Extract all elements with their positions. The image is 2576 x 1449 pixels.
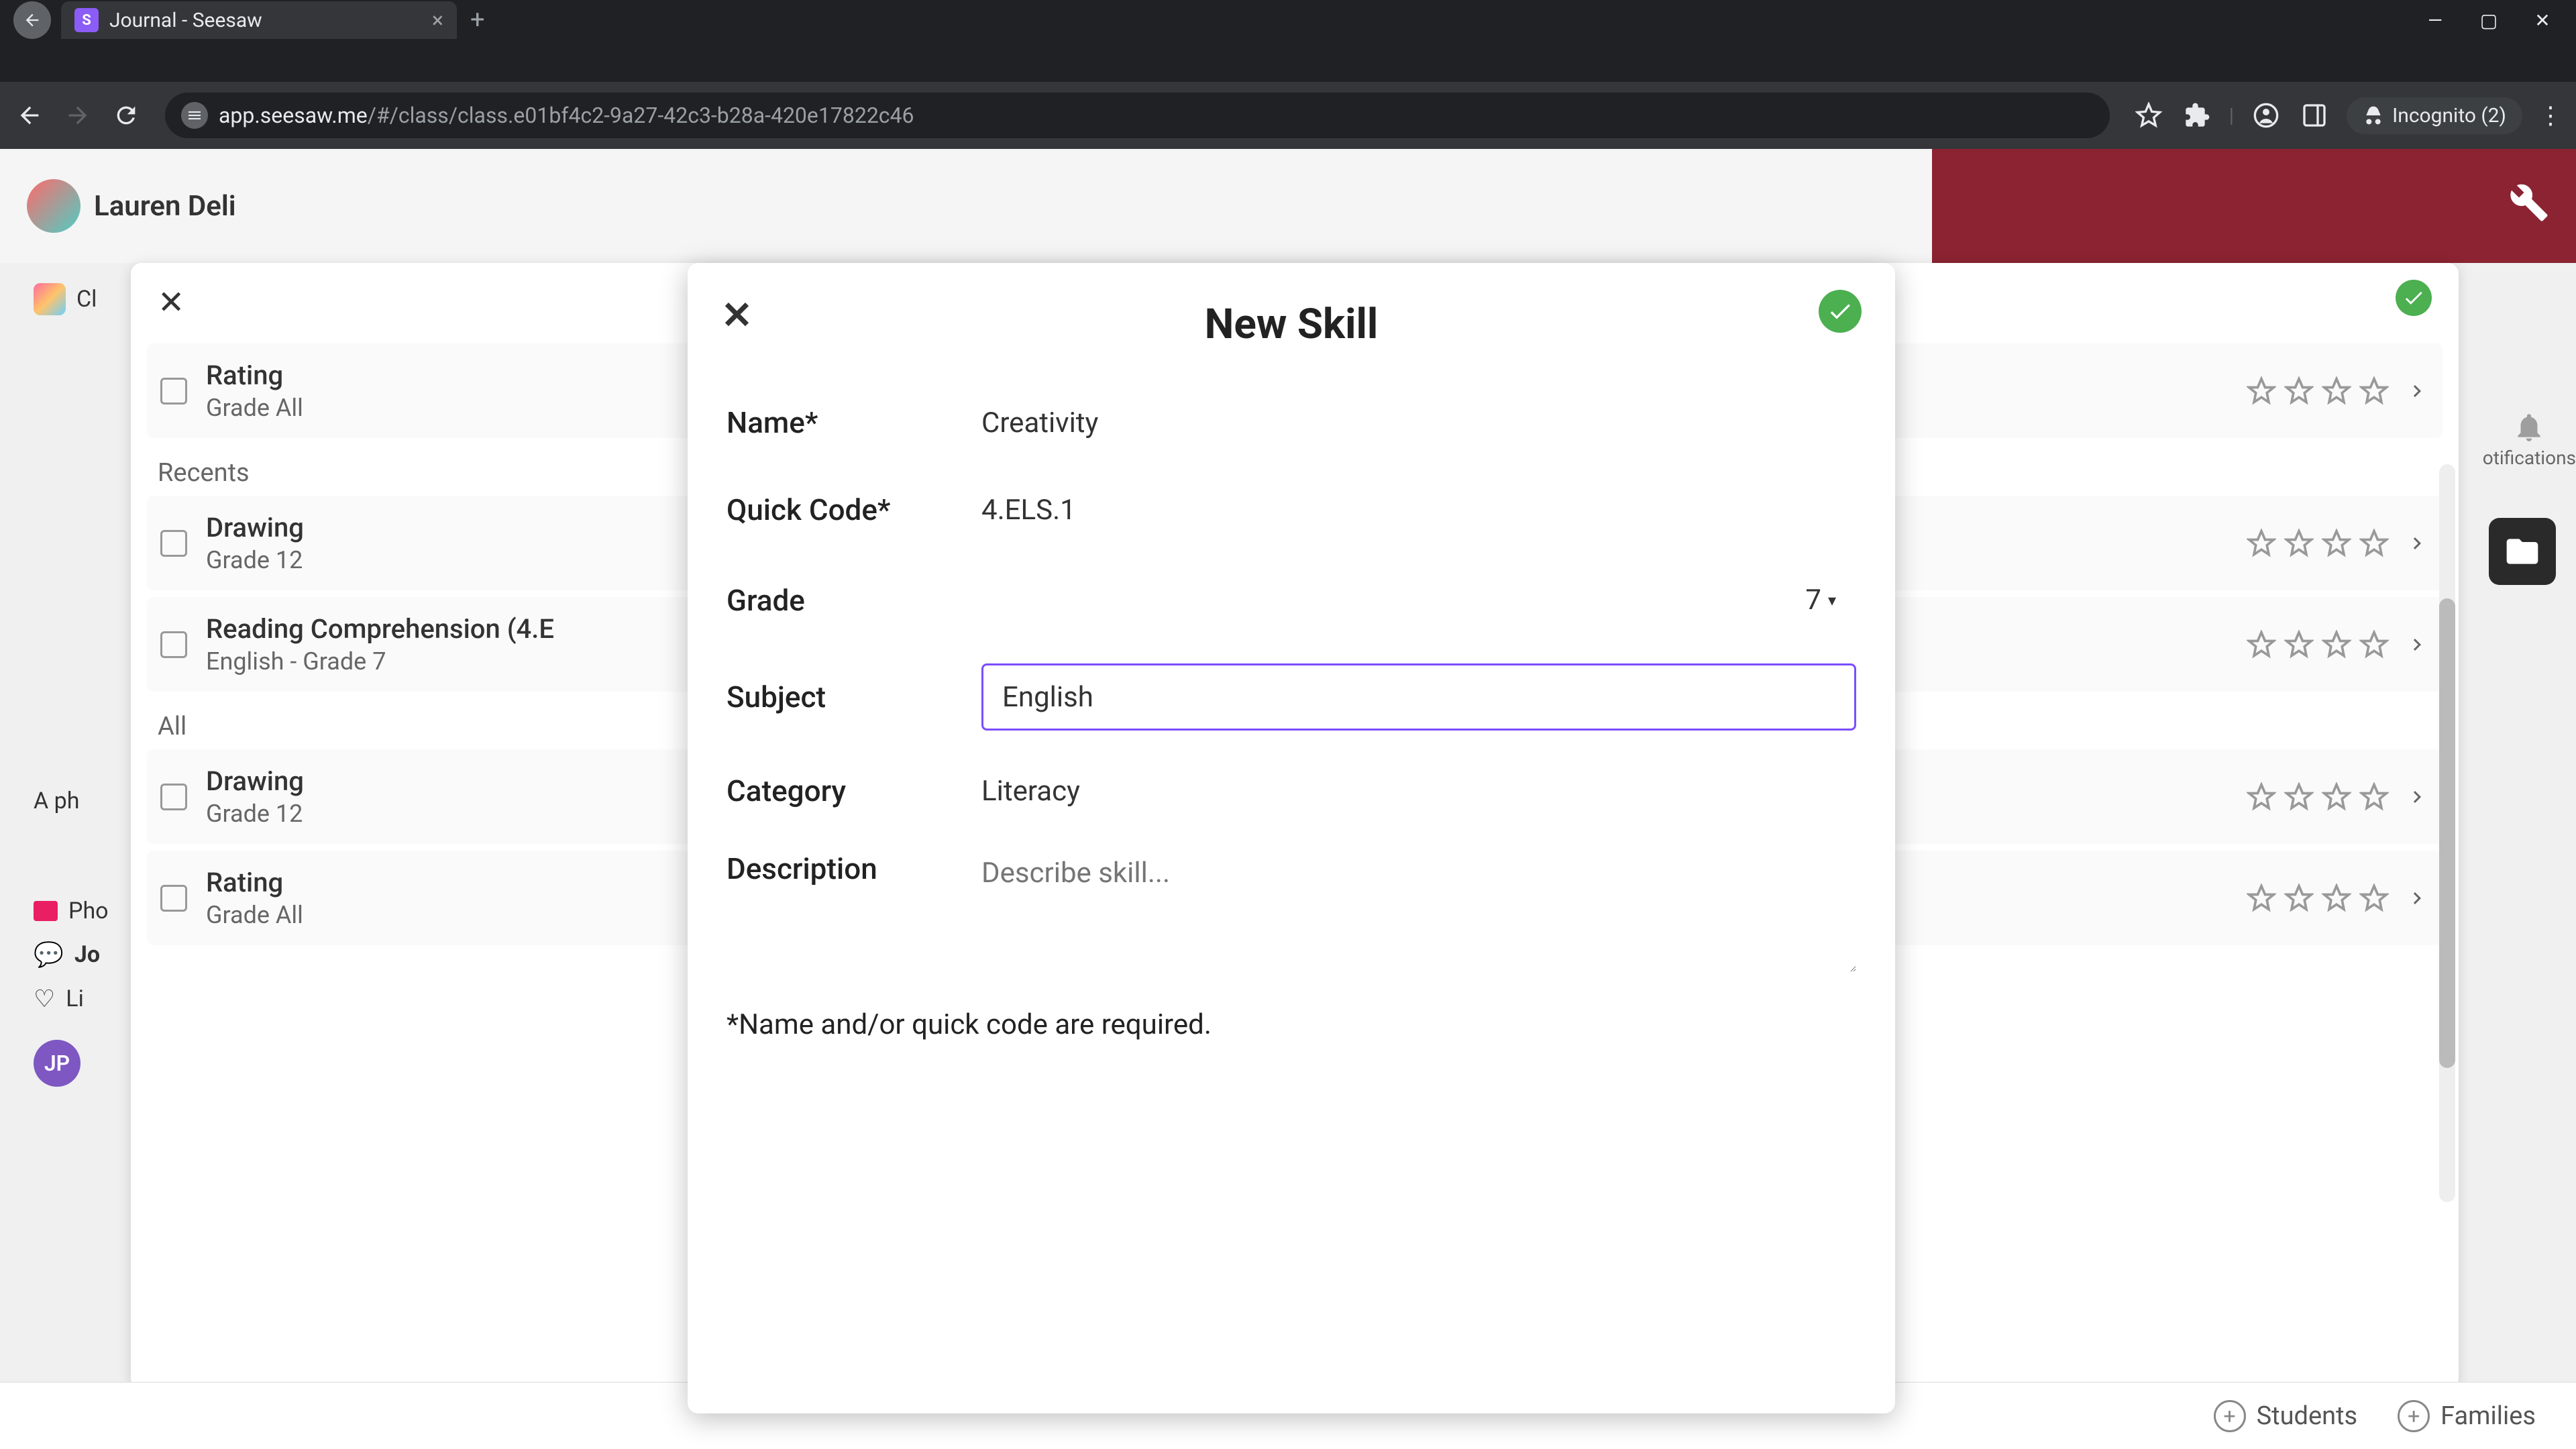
class-icon	[34, 283, 66, 315]
tab-search-icon[interactable]	[13, 1, 51, 39]
scrollbar[interactable]	[2439, 464, 2455, 1202]
add-families-button[interactable]: + Families	[2398, 1400, 2536, 1432]
required-note: *Name and/or quick code are required.	[727, 1008, 1856, 1041]
category-value[interactable]: Literacy	[981, 775, 1856, 808]
star-rating[interactable]	[2247, 376, 2389, 406]
chevron-right-icon[interactable]	[2405, 785, 2429, 809]
page-content: Lauren Deli Cl A ph Pho 💬 Jo ♡ Li JP	[0, 149, 2576, 1449]
form-row-quickcode: Quick Code* 4.ELS.1	[727, 483, 1856, 537]
tab-favicon-icon: S	[74, 8, 99, 32]
close-modal-icon[interactable]: ✕	[721, 293, 753, 337]
panel-icon[interactable]	[2298, 99, 2330, 131]
quickcode-value[interactable]: 4.ELS.1	[981, 494, 1856, 527]
skill-checkbox[interactable]	[160, 530, 187, 557]
folder-icon	[34, 901, 58, 921]
add-students-button[interactable]: + Students	[2214, 1400, 2358, 1432]
tab-bar: S Journal - Seesaw × + — ▢ ✕	[0, 0, 2576, 40]
minimize-icon[interactable]: —	[2422, 9, 2449, 32]
skill-checkbox[interactable]	[160, 631, 187, 658]
bell-icon	[2512, 411, 2546, 444]
close-window-icon[interactable]: ✕	[2529, 9, 2556, 32]
left-sidebar: Cl A ph Pho 💬 Jo ♡ Li JP	[34, 283, 141, 1087]
description-textarea[interactable]	[981, 851, 1856, 972]
new-tab-icon[interactable]: +	[470, 5, 485, 35]
form-row-description: Description	[727, 851, 1856, 975]
plus-icon: +	[2398, 1400, 2430, 1432]
modal-title: New Skill	[688, 263, 1895, 349]
close-panel-icon[interactable]: ✕	[158, 283, 184, 321]
browser-chrome: S Journal - Seesaw × + — ▢ ✕	[0, 0, 2576, 82]
user-name: Lauren Deli	[94, 190, 236, 223]
forward-icon	[62, 99, 94, 131]
tab-close-icon[interactable]: ×	[432, 7, 443, 33]
caret-down-icon: ▾	[1828, 591, 1836, 610]
extensions-icon[interactable]	[2181, 99, 2213, 131]
skill-checkbox[interactable]	[160, 885, 187, 912]
confirm-panel-icon[interactable]	[2396, 280, 2432, 316]
name-label: Name*	[727, 405, 981, 440]
user-avatar[interactable]	[27, 179, 80, 233]
tab-title: Journal - Seesaw	[109, 9, 262, 32]
star-rating[interactable]	[2247, 529, 2389, 558]
sidebar-item-journal[interactable]: 💬 Jo	[34, 941, 141, 969]
notifications-panel[interactable]: otifications	[2483, 411, 2576, 469]
form-row-subject: Subject	[727, 663, 1856, 731]
category-label: Category	[727, 773, 981, 808]
scrollbar-thumb[interactable]	[2439, 598, 2455, 1068]
form-row-name: Name* Creativity	[727, 396, 1856, 449]
star-rating[interactable]	[2247, 630, 2389, 659]
grade-dropdown[interactable]: 7 ▾	[1785, 570, 1856, 630]
app-header: Lauren Deli	[0, 149, 2576, 263]
form-row-category: Category Literacy	[727, 764, 1856, 818]
folder-badge[interactable]	[2489, 518, 2556, 585]
form-row-grade: Grade 7 ▾	[727, 570, 1856, 630]
skill-checkbox[interactable]	[160, 378, 187, 405]
reload-icon[interactable]	[110, 99, 142, 131]
description-label: Description	[727, 851, 981, 886]
nav-right: | Incognito (2) ⋮	[2133, 97, 2563, 134]
maximize-icon[interactable]: ▢	[2475, 9, 2502, 32]
wrench-icon[interactable]	[2509, 182, 2549, 223]
browser-tab[interactable]: S Journal - Seesaw ×	[61, 1, 457, 39]
incognito-badge[interactable]: Incognito (2)	[2347, 97, 2522, 134]
subject-input[interactable]	[981, 663, 1856, 731]
sidebar-item-photos[interactable]: Pho	[34, 898, 141, 924]
star-rating[interactable]	[2247, 883, 2389, 913]
sidebar-text-ph: A ph	[34, 788, 141, 814]
name-value[interactable]: Creativity	[981, 407, 1856, 439]
menu-icon[interactable]: ⋮	[2538, 101, 2563, 129]
star-rating[interactable]	[2247, 782, 2389, 812]
chevron-right-icon[interactable]	[2405, 379, 2429, 403]
sidebar-item-class[interactable]: Cl	[34, 283, 141, 315]
profile-icon[interactable]	[2250, 99, 2282, 131]
nav-bar: app.seesaw.me/#/class/class.e01bf4c2-9a2…	[0, 82, 2576, 149]
form-body: Name* Creativity Quick Code* 4.ELS.1 Gra…	[688, 349, 1895, 1068]
site-settings-icon[interactable]	[181, 102, 208, 129]
grade-label: Grade	[727, 583, 981, 618]
chevron-right-icon[interactable]	[2405, 531, 2429, 555]
chevron-right-icon[interactable]	[2405, 633, 2429, 657]
quickcode-label: Quick Code*	[727, 492, 981, 527]
plus-icon: +	[2214, 1400, 2246, 1432]
url-text: app.seesaw.me/#/class/class.e01bf4c2-9a2…	[219, 103, 914, 128]
skill-checkbox[interactable]	[160, 784, 187, 810]
sidebar-item-likes[interactable]: ♡ Li	[34, 985, 141, 1013]
bookmark-icon[interactable]	[2133, 99, 2165, 131]
back-icon[interactable]	[13, 99, 46, 131]
student-avatar[interactable]: JP	[34, 1040, 80, 1087]
new-skill-modal: ✕ New Skill Name* Creativity Quick Code*…	[688, 263, 1895, 1413]
subject-label: Subject	[727, 680, 981, 714]
window-controls: — ▢ ✕	[2422, 9, 2576, 32]
chevron-right-icon[interactable]	[2405, 886, 2429, 910]
address-bar[interactable]: app.seesaw.me/#/class/class.e01bf4c2-9a2…	[165, 93, 2110, 138]
confirm-modal-icon[interactable]	[1819, 290, 1862, 333]
